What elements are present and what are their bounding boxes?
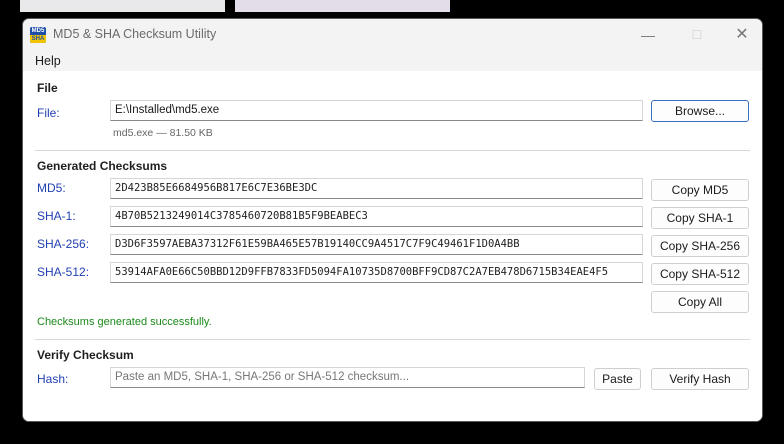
sha1-output[interactable]: 4B70B5213249014C3785460720B81B5F9BEABEC3 <box>110 206 643 227</box>
main-content: File File: E:\Installed\md5.exe Browse..… <box>23 71 762 421</box>
divider-1 <box>35 150 750 151</box>
menu-bar: Help <box>23 51 762 71</box>
sha256-label: SHA-256: <box>37 237 90 251</box>
app-icon: MD5 SHA <box>30 27 46 43</box>
sha512-label: SHA-512: <box>37 265 90 279</box>
verify-hash-button[interactable]: Verify Hash <box>651 368 749 390</box>
sha256-output[interactable]: D3D6F3597AEBA37312F61E59BA465E57B19140CC… <box>110 234 643 255</box>
md5-output[interactable]: 2D423B85E6684956B817E6C7E36BE3DC <box>110 178 643 199</box>
hash-label: Hash: <box>37 372 69 386</box>
browse-button[interactable]: Browse... <box>651 100 749 122</box>
app-icon-bottom-text: SHA <box>30 35 46 43</box>
sha1-label: SHA-1: <box>37 209 76 223</box>
copy-sha256-button[interactable]: Copy SHA-256 <box>651 235 749 257</box>
checksums-section-title: Generated Checksums <box>37 159 168 173</box>
copy-all-button[interactable]: Copy All <box>651 291 749 313</box>
sha512-output[interactable]: 53914AFA0E66C50BBD12D9FFB7833FD5094FA107… <box>110 262 643 283</box>
status-message: Checksums generated successfully. <box>37 316 212 328</box>
app-window: MD5 SHA MD5 & SHA Checksum Utility — ☐ ✕… <box>22 18 763 422</box>
app-icon-top-text: MD5 <box>31 28 45 34</box>
file-info: md5.exe — 81.50 KB <box>113 127 213 139</box>
title-bar[interactable]: MD5 SHA MD5 & SHA Checksum Utility — ☐ ✕ <box>23 19 762 51</box>
maximize-button[interactable]: ☐ <box>674 19 720 51</box>
background-window-strip-right <box>235 0 450 12</box>
minimize-button[interactable]: — <box>625 19 671 51</box>
copy-sha1-button[interactable]: Copy SHA-1 <box>651 207 749 229</box>
menu-help[interactable]: Help <box>35 54 61 68</box>
copy-md5-button[interactable]: Copy MD5 <box>651 179 749 201</box>
close-button[interactable]: ✕ <box>719 19 762 51</box>
file-label: File: <box>37 106 60 120</box>
file-path-input[interactable]: E:\Installed\md5.exe <box>110 100 643 121</box>
copy-sha512-button[interactable]: Copy SHA-512 <box>651 263 749 285</box>
file-section-title: File <box>37 81 58 95</box>
background-window-strip-left <box>20 0 225 12</box>
md5-label: MD5: <box>37 181 66 195</box>
divider-2 <box>35 339 750 340</box>
verify-section-title: Verify Checksum <box>37 348 134 362</box>
hash-input[interactable]: Paste an MD5, SHA-1, SHA-256 or SHA-512 … <box>110 367 585 388</box>
window-title: MD5 & SHA Checksum Utility <box>53 27 217 41</box>
paste-button[interactable]: Paste <box>594 368 641 390</box>
